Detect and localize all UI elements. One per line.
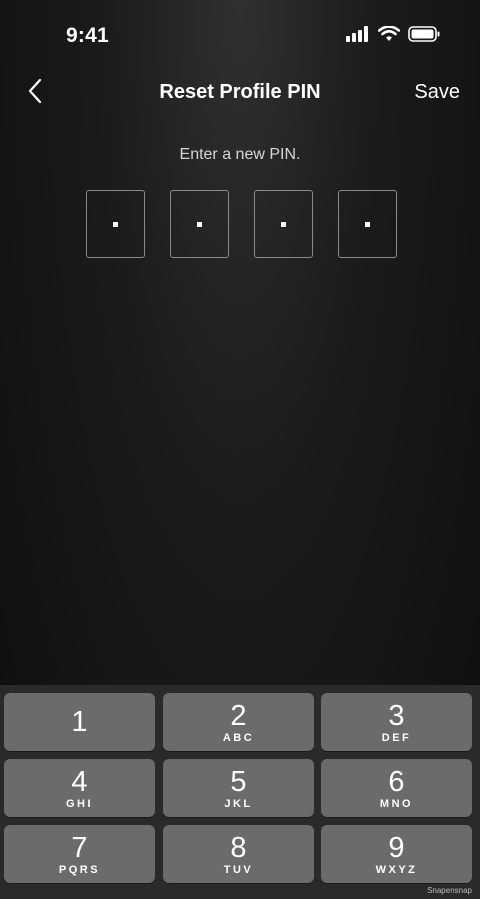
pin-input-row[interactable] (86, 190, 397, 258)
pin-digit-box[interactable] (338, 190, 397, 258)
pin-dot (197, 221, 202, 227)
key-digit: 4 (71, 765, 88, 798)
save-button[interactable]: Save (414, 81, 460, 104)
pin-digit-box[interactable] (86, 190, 145, 258)
key-digit: 2 (230, 699, 247, 732)
pin-dot (113, 221, 118, 227)
keypad-key-8[interactable]: 8 TUV (163, 825, 314, 883)
key-letters: GHI (65, 797, 94, 810)
key-letters: JKL (224, 797, 253, 810)
key-letters: DEF (381, 731, 412, 744)
signal-icon (346, 26, 370, 47)
key-digit: 1 (71, 705, 88, 738)
keypad-key-4[interactable]: 4 GHI (4, 759, 155, 817)
battery-icon (408, 26, 440, 47)
pin-dot (281, 221, 286, 227)
keypad-key-9[interactable]: 9 WXYZ (321, 825, 472, 883)
key-letters: PQRS (58, 863, 101, 876)
header: Reset Profile PIN Save (0, 72, 480, 114)
key-letters: MNO (379, 797, 414, 810)
page-title: Reset Profile PIN (159, 81, 321, 103)
key-digit: 5 (230, 765, 247, 798)
key-digit: 8 (230, 831, 247, 864)
keypad-key-7[interactable]: 7 PQRS (4, 825, 155, 883)
keypad-key-2[interactable]: 2 ABC (163, 693, 314, 751)
status-bar: 9:41 (0, 0, 480, 72)
status-icons (346, 25, 440, 47)
key-digit: 9 (388, 831, 405, 864)
keypad-key-1[interactable]: 1 (4, 693, 155, 751)
watermark: Snapensnap (427, 886, 472, 895)
pin-digit-box[interactable] (170, 190, 229, 258)
pin-dot (365, 221, 370, 227)
pin-prompt: Enter a new PIN. (179, 146, 301, 163)
wifi-icon (377, 25, 401, 47)
keypad-key-6[interactable]: 6 MNO (321, 759, 472, 817)
keypad-key-3[interactable]: 3 DEF (321, 693, 472, 751)
keypad-key-5[interactable]: 5 JKL (163, 759, 314, 817)
key-letters: TUV (223, 863, 254, 876)
numeric-keypad: 1 2 ABC 3 DEF 4 GHI 5 JKL 6 MNO 7 PQRS 8 TUV 9 WXYZ (0, 685, 480, 899)
key-digit: 6 (388, 765, 405, 798)
key-digit: 3 (388, 699, 405, 732)
key-letters: WXYZ (375, 863, 418, 876)
key-digit: 7 (71, 831, 88, 864)
key-letters: ABC (222, 731, 255, 744)
status-time: 9:41 (66, 24, 109, 47)
pin-digit-box[interactable] (254, 190, 313, 258)
